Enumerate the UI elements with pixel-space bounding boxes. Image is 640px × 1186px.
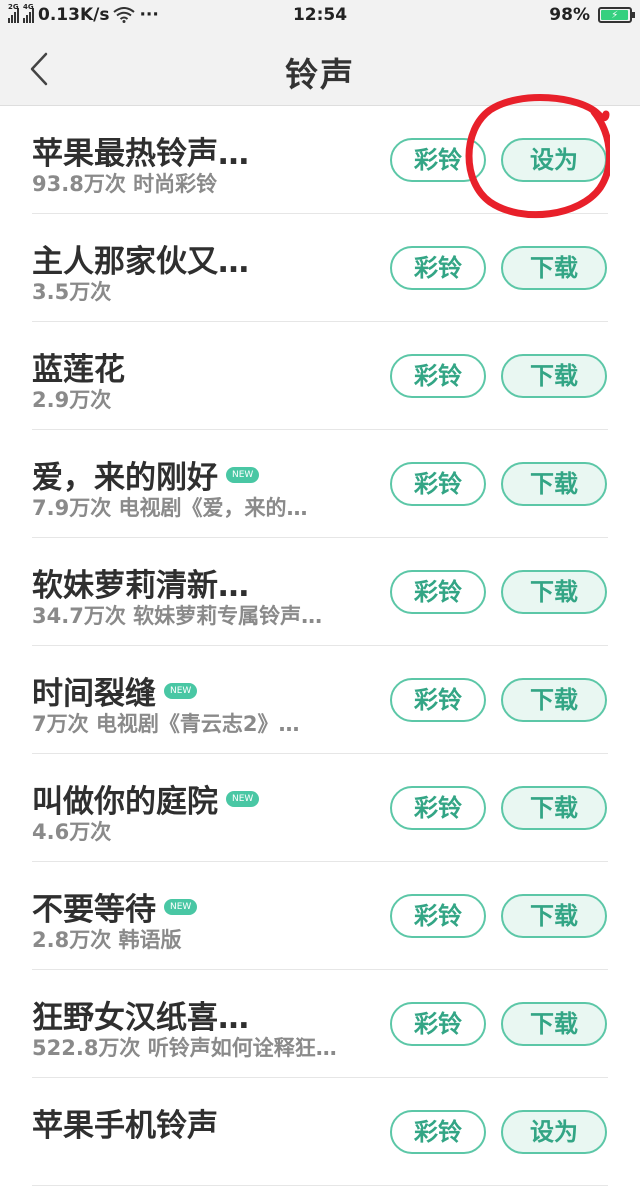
ringtone-name: 软妹萝莉清新… <box>32 560 249 605</box>
ringtone-subtitle: 2.8万次 韩语版 <box>32 928 182 952</box>
ringtone-title: 狂野女汉纸喜… <box>32 1000 249 1036</box>
cailing-button[interactable]: 彩铃 <box>390 786 486 830</box>
battery-fill: ⚡ <box>601 10 629 21</box>
ringtone-name: 苹果最热铃声… <box>32 128 249 173</box>
page-title: 铃声 <box>285 55 355 94</box>
ringtone-name: 苹果手机铃声 <box>32 1100 218 1145</box>
set-as-button[interactable]: 设为 <box>501 1110 607 1154</box>
cailing-button[interactable]: 彩铃 <box>390 1002 486 1046</box>
ringtone-subtitle: 522.8万次 听铃声如何诠释狂… <box>32 1036 337 1060</box>
ringtone-title: 软妹萝莉清新… <box>32 568 249 604</box>
ringtone-row[interactable]: 苹果最热铃声… 93.8万次 时尚彩铃 彩铃 设为 <box>0 106 640 214</box>
cailing-button[interactable]: 彩铃 <box>390 1110 486 1154</box>
ringtone-list: 苹果最热铃声… 93.8万次 时尚彩铃 彩铃 设为 主人那家伙又… 3.5万次 彩铃 下载 蓝莲… <box>0 106 640 1186</box>
set-as-button[interactable]: 设为 <box>501 138 607 182</box>
ringtone-subtitle: 4.6万次 <box>32 820 112 844</box>
ringtone-title: 叫做你的庭院 <box>32 784 218 820</box>
ringtone-row[interactable]: 主人那家伙又… 3.5万次 彩铃 下载 <box>0 214 640 322</box>
new-badge: NEW <box>226 466 260 483</box>
cailing-button[interactable]: 彩铃 <box>390 354 486 398</box>
ringtone-title: 苹果最热铃声… <box>32 136 249 172</box>
new-badge: NEW <box>164 898 198 915</box>
ringtone-row[interactable]: 爱，来的刚好 NEW 7.9万次 电视剧《爱，来的… 彩铃 下载 <box>0 430 640 538</box>
ringtone-row[interactable]: 狂野女汉纸喜… 522.8万次 听铃声如何诠释狂… 彩铃 下载 <box>0 970 640 1078</box>
status-bar: 2G 4G 0.13K/s ··· 12:54 98% ⚡ <box>0 0 640 32</box>
clock: 12:54 <box>292 5 348 25</box>
ringtone-name: 爱，来的刚好 NEW <box>32 452 260 497</box>
ringtone-title: 蓝莲花 <box>32 352 125 388</box>
ringtone-subtitle: 93.8万次 时尚彩铃 <box>32 172 218 196</box>
battery-icon: ⚡ <box>598 7 635 23</box>
ringtone-subtitle: 7万次 电视剧《青云志2》… <box>32 712 300 736</box>
ringtone-title: 爱，来的刚好 <box>32 460 218 496</box>
download-button[interactable]: 下载 <box>501 246 607 290</box>
download-button[interactable]: 下载 <box>501 354 607 398</box>
download-button[interactable]: 下载 <box>501 462 607 506</box>
cailing-button[interactable]: 彩铃 <box>390 678 486 722</box>
new-badge: NEW <box>164 682 198 699</box>
ringtone-row[interactable]: 蓝莲花 2.9万次 彩铃 下载 <box>0 322 640 430</box>
new-badge: NEW <box>226 790 260 807</box>
download-button[interactable]: 下载 <box>501 570 607 614</box>
ringtone-name: 主人那家伙又… <box>32 236 249 281</box>
ringtone-row[interactable]: 不要等待 NEW 2.8万次 韩语版 彩铃 下载 <box>0 862 640 970</box>
ringtone-name: 狂野女汉纸喜… <box>32 992 249 1037</box>
ringtone-subtitle: 3.5万次 <box>32 280 112 304</box>
status-right: 98% ⚡ <box>549 5 635 25</box>
cailing-button[interactable]: 彩铃 <box>390 894 486 938</box>
cailing-button[interactable]: 彩铃 <box>390 138 486 182</box>
ringtone-title: 不要等待 <box>32 892 156 928</box>
cailing-button[interactable]: 彩铃 <box>390 462 486 506</box>
ringtone-title: 主人那家伙又… <box>32 244 249 280</box>
ringtone-row[interactable]: 苹果手机铃声 彩铃 设为 <box>0 1078 640 1186</box>
download-button[interactable]: 下载 <box>501 1002 607 1046</box>
ringtone-subtitle: 2.9万次 <box>32 388 112 412</box>
download-button[interactable]: 下载 <box>501 894 607 938</box>
cailing-button[interactable]: 彩铃 <box>390 246 486 290</box>
app-header: 铃声 <box>0 32 640 106</box>
download-button[interactable]: 下载 <box>501 678 607 722</box>
download-button[interactable]: 下载 <box>501 786 607 830</box>
ringtone-row[interactable]: 软妹萝莉清新… 34.7万次 软妹萝莉专属铃声… 彩铃 下载 <box>0 538 640 646</box>
ringtone-title: 时间裂缝 <box>32 676 156 712</box>
ringtone-row[interactable]: 时间裂缝 NEW 7万次 电视剧《青云志2》… 彩铃 下载 <box>0 646 640 754</box>
cailing-button[interactable]: 彩铃 <box>390 570 486 614</box>
ringtone-subtitle: 34.7万次 软妹萝莉专属铃声… <box>32 604 323 628</box>
ringtone-subtitle: 7.9万次 电视剧《爱，来的… <box>32 496 308 520</box>
ringtone-row[interactable]: 叫做你的庭院 NEW 4.6万次 彩铃 下载 <box>0 754 640 862</box>
ringtone-name: 蓝莲花 <box>32 344 125 389</box>
ringtone-title: 苹果手机铃声 <box>32 1108 218 1144</box>
ringtone-name: 叫做你的庭院 NEW <box>32 776 260 821</box>
ringtone-name: 不要等待 NEW <box>32 884 198 929</box>
ringtone-name: 时间裂缝 NEW <box>32 668 198 713</box>
battery-percent: 98% <box>549 5 590 25</box>
